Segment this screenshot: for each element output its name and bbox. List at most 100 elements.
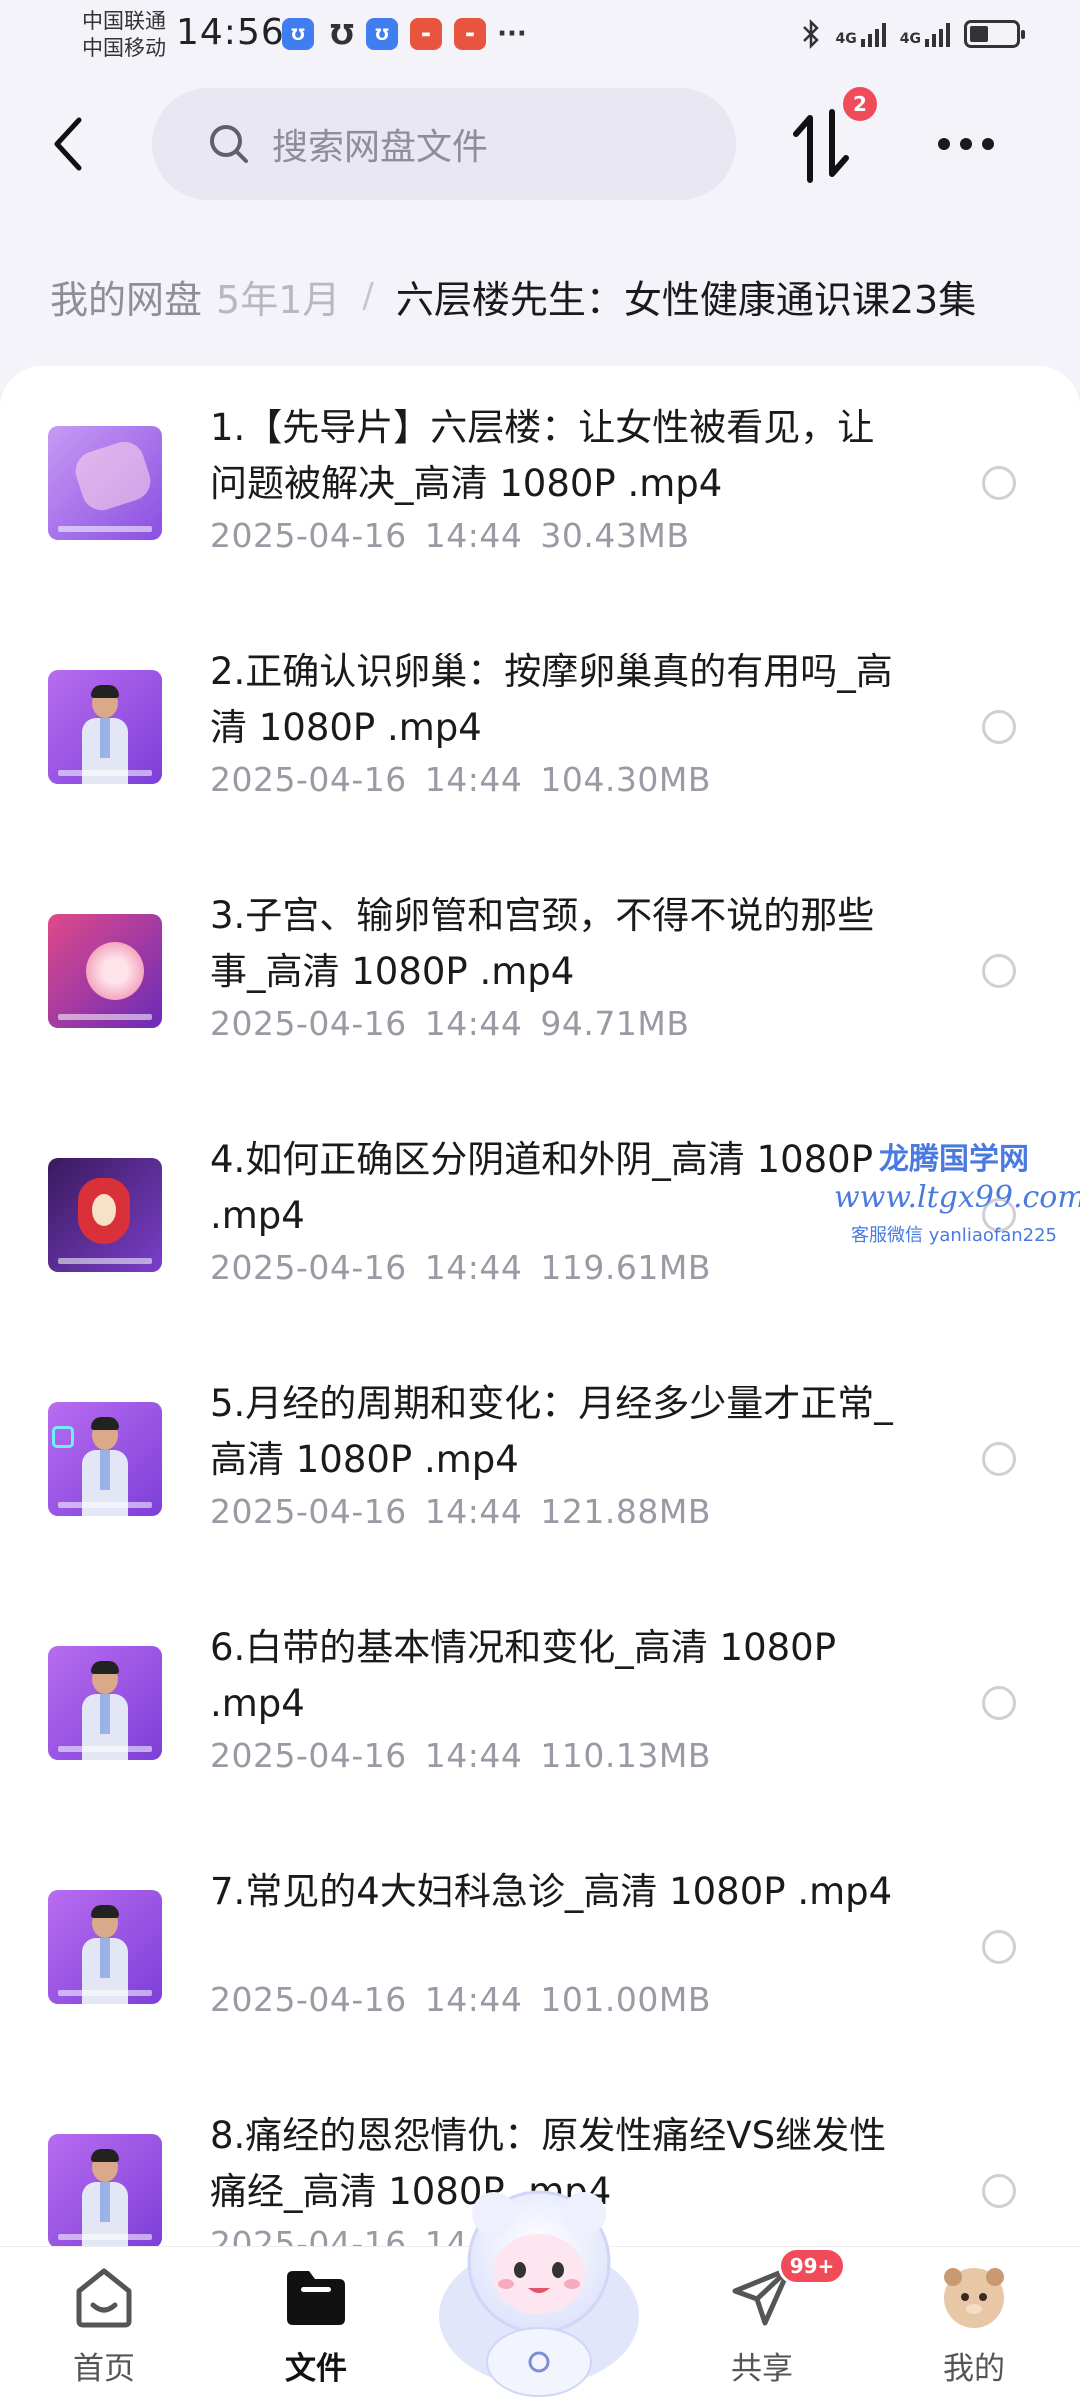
video-thumbnail xyxy=(48,1646,162,1760)
nav-mine-label: 我的 xyxy=(943,2351,1005,2387)
mascot-icon xyxy=(439,2190,639,2397)
nav-mine[interactable]: 我的 xyxy=(904,2261,1044,2391)
file-title: 5.月经的周期和变化：月经多少量才正常_高清 1080P .mp4 xyxy=(210,1382,893,1481)
avatar xyxy=(939,2261,1009,2331)
file-time: 14:44 xyxy=(424,1248,523,1287)
file-meta: 2025-04-16 14:44 104.30MB xyxy=(210,760,729,799)
nav-home[interactable]: 首页 xyxy=(34,2261,174,2391)
file-time: 14:44 xyxy=(424,1980,523,2019)
file-meta: 2025-04-16 14:44 101.00MB xyxy=(210,1980,729,2019)
folder-icon xyxy=(281,2261,351,2331)
battery-icon xyxy=(964,20,1025,48)
app-notification-icon: Ʊ xyxy=(330,17,354,51)
signal-icon xyxy=(925,21,950,47)
breadcrumb-root[interactable]: 我的网盘 xyxy=(0,268,217,324)
select-checkbox[interactable] xyxy=(982,1686,1016,1720)
file-row[interactable]: 3.子宫、输卵管和宫颈，不得不说的那些事_高清 1080P .mp4 2025-… xyxy=(0,854,1080,1098)
file-size: 119.61MB xyxy=(540,1248,711,1287)
breadcrumb-current: 六层楼先生：女性健康通识课23集 xyxy=(395,277,977,322)
breadcrumb: 我的网盘 5年1月 / 六层楼先生：女性健康通识课23集 xyxy=(0,256,1080,336)
file-size: 110.13MB xyxy=(540,1736,711,1775)
file-title: 7.常见的4大妇科急诊_高清 1080P .mp4 xyxy=(210,1870,893,1913)
select-checkbox[interactable] xyxy=(982,710,1016,744)
transfer-count-badge: 2 xyxy=(840,84,880,124)
video-thumbnail xyxy=(48,670,162,784)
battery-fill xyxy=(970,26,988,42)
file-title: 3.子宫、输卵管和宫颈，不得不说的那些事_高清 1080P .mp4 xyxy=(210,894,875,993)
file-date: 2025-04-16 xyxy=(210,1248,407,1287)
select-checkbox[interactable] xyxy=(982,2174,1016,2208)
nav-home-label: 首页 xyxy=(73,2351,135,2387)
app-notification-icon: Ʊ xyxy=(282,18,314,50)
video-thumbnail xyxy=(48,1402,162,1516)
more-dot-icon xyxy=(938,138,950,150)
back-arrow-icon xyxy=(54,117,82,171)
status-time: 14:56 xyxy=(176,12,285,53)
file-size: 94.71MB xyxy=(540,1004,690,1043)
video-thumbnail xyxy=(48,1890,162,2004)
file-time: 14:44 xyxy=(424,1736,523,1775)
select-checkbox[interactable] xyxy=(982,1442,1016,1476)
select-checkbox[interactable] xyxy=(982,466,1016,500)
nav-files-label: 文件 xyxy=(285,2351,347,2387)
nav-files[interactable]: 文件 xyxy=(246,2261,386,2391)
app-notification-icon: Ʊ xyxy=(366,18,398,50)
signal-icon xyxy=(860,21,886,47)
network-type-2: 4G xyxy=(899,31,921,47)
file-time: 14:44 xyxy=(424,516,523,555)
search-placeholder: 搜索网盘文件 xyxy=(272,127,489,168)
file-meta: 2025-04-16 14:44 110.13MB xyxy=(210,1736,729,1775)
bluetooth-icon xyxy=(802,18,819,50)
file-row[interactable]: 1.【先导片】六层楼：让女性被看见，让问题被解决_高清 1080P .mp4 2… xyxy=(0,366,1080,610)
more-options-button[interactable] xyxy=(930,120,1002,168)
file-size: 30.43MB xyxy=(540,516,690,555)
back-button[interactable] xyxy=(40,112,96,176)
file-row[interactable]: 6.白带的基本情况和变化_高清 1080P .mp4 2025-04-16 14:… xyxy=(0,1586,1080,1830)
carrier-labels: 中国联通 中国移动 xyxy=(82,8,166,62)
file-date: 2025-04-16 xyxy=(210,1004,407,1043)
file-title: 2.正确认识卵巢：按摩卵巢真的有用吗_高清 1080P .mp4 xyxy=(210,650,893,749)
watermark-name: 龙腾国学网 xyxy=(879,1142,1029,1177)
file-date: 2025-04-16 xyxy=(210,1736,407,1775)
file-size: 121.88MB xyxy=(540,1492,711,1531)
watermark-contact: 客服微信 yanliaofan225 xyxy=(851,1225,1057,1246)
file-time: 14:44 xyxy=(424,1492,523,1531)
file-date: 2025-04-16 xyxy=(210,1980,407,2019)
file-meta: 2025-04-16 14:44 30.43MB xyxy=(210,516,707,555)
carrier-1: 中国联通 xyxy=(82,9,166,33)
file-meta: 2025-04-16 14:44 121.88MB xyxy=(210,1492,729,1531)
file-meta: 2025-04-16 14:44 119.61MB xyxy=(210,1248,729,1287)
video-thumbnail xyxy=(48,1158,162,1272)
huawei-notification-icon: ▬ xyxy=(454,18,486,50)
more-dot-icon xyxy=(960,138,972,150)
file-size: 104.30MB xyxy=(540,760,711,799)
watermark-url: www.ltgx99.com xyxy=(834,1180,1080,1215)
select-checkbox[interactable] xyxy=(982,1930,1016,1964)
search-input[interactable]: 搜索网盘文件 xyxy=(152,88,736,200)
status-icons: 4G 4G xyxy=(800,18,1025,50)
file-time: 14:44 xyxy=(424,760,523,799)
file-date: 2025-04-16 xyxy=(210,2224,407,2246)
share-count-badge: 99+ xyxy=(778,2247,846,2285)
file-row[interactable]: 7.常见的4大妇科急诊_高清 1080P .mp4 2025-04-16 14:4… xyxy=(0,1830,1080,2074)
file-meta: 2025-04-16 14:44 94.71MB xyxy=(210,1004,707,1043)
select-checkbox[interactable] xyxy=(982,954,1016,988)
file-time: 14:44 xyxy=(424,1004,523,1043)
status-bar: 中国联通 中国移动 14:56 Ʊ Ʊ Ʊ ▬ ▬ ··· 4G 4G xyxy=(0,0,1080,72)
breadcrumb-separator: / xyxy=(362,276,374,316)
search-icon xyxy=(210,125,248,163)
video-thumbnail xyxy=(48,426,162,540)
carrier-2: 中国移动 xyxy=(82,36,166,60)
file-title: 1.【先导片】六层楼：让女性被看见，让问题被解决_高清 1080P .mp4 xyxy=(210,406,875,505)
file-size: 101.00MB xyxy=(540,1980,711,2019)
file-list: 1.【先导片】六层楼：让女性被看见，让问题被解决_高清 1080P .mp4 2… xyxy=(0,366,1080,2246)
nav-share-label: 共享 xyxy=(731,2351,793,2387)
home-icon xyxy=(69,2261,139,2331)
ai-assistant-button[interactable] xyxy=(428,2166,650,2400)
file-row[interactable]: 2.正确认识卵巢：按摩卵巢真的有用吗_高清 1080P .mp4 2025-04… xyxy=(0,610,1080,854)
network-type-1: 4G xyxy=(835,31,857,47)
file-date: 2025-04-16 xyxy=(210,760,407,799)
file-row[interactable]: 5.月经的周期和变化：月经多少量才正常_高清 1080P .mp4 2025-0… xyxy=(0,1342,1080,1586)
more-dot-icon xyxy=(982,138,994,150)
breadcrumb-parent[interactable]: 5年1月 xyxy=(216,269,340,324)
